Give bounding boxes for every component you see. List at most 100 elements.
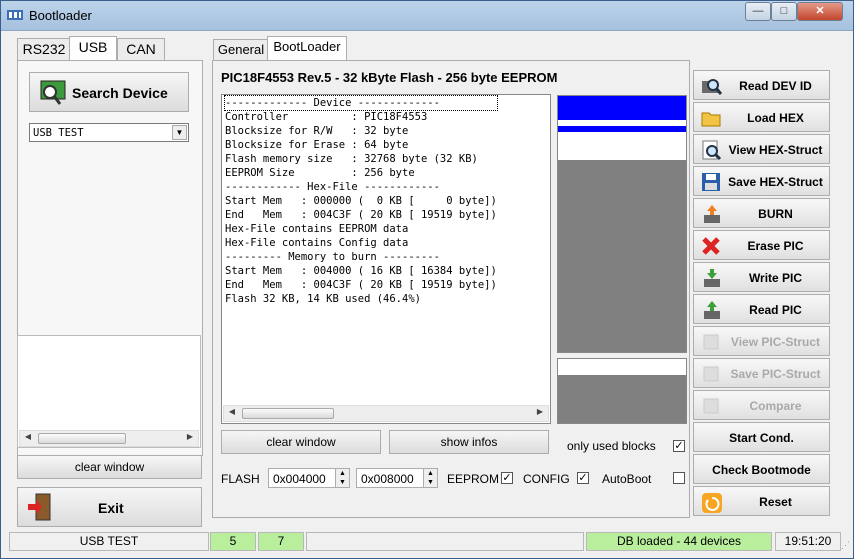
flash-start-value: 0x004000 [273,472,326,486]
action-label: Erase PIC [747,239,804,253]
folder-icon [700,107,722,129]
read-pic-button[interactable]: Read PIC [693,294,830,324]
reset-button[interactable]: Reset [693,486,830,516]
flash-end-value: 0x008000 [361,472,414,486]
compare-icon [700,395,722,417]
config-label: CONFIG [523,472,570,486]
floppy-icon [700,171,722,193]
log-line: ------------ Hex-File ------------ [225,181,440,193]
autoboot-checkbox[interactable] [673,472,685,484]
save-pic-struct-button[interactable]: Save PIC-Struct [693,358,830,388]
action-label: Save PIC-Struct [730,367,821,381]
log-line: Flash 32 KB, 14 KB used (46.4%) [225,293,421,305]
scroll-right-icon[interactable]: ▶ [534,407,546,416]
eeprom-memory-map [557,358,687,424]
minimize-button[interactable]: — [745,2,771,21]
save-struct-icon [700,363,722,385]
log-line: End Mem : 004C3F ( 20 KB [ 19519 byte]) [225,209,497,221]
config-checkbox[interactable]: ✓ [577,472,589,484]
exit-label: Exit [98,500,124,516]
device-header: PIC18F4553 Rev.5 - 32 kByte Flash - 256 … [221,70,558,85]
read-dev-id-button[interactable]: Read DEV ID [693,70,830,100]
action-label: Load HEX [747,111,804,125]
log-line: Start Mem : 000000 ( 0 KB [ 0 byte]) [225,195,497,207]
action-label: Check Bootmode [712,463,811,477]
status-count-1: 5 [210,532,256,551]
usb-log-hscrollbar[interactable]: ◀ ▶ [19,430,199,447]
stepper-arrows-icon[interactable]: ▲ ▼ [335,469,349,487]
search-device-icon [40,80,66,105]
view-pic-struct-button[interactable]: View PIC-Struct [693,326,830,356]
show-infos-button[interactable]: show infos [389,430,549,454]
stepper-arrows-icon[interactable]: ▲ ▼ [423,469,437,487]
device-select[interactable]: USB TEST ▼ [29,123,189,142]
read-chip-icon [700,299,722,321]
check-bootmode-button[interactable]: Check Bootmode [693,454,830,484]
scroll-right-icon[interactable]: ▶ [184,432,196,441]
flash-memory-map [557,95,687,353]
device-log[interactable]: ------------- Device ------------- Contro… [221,94,551,424]
window-title: Bootloader [29,8,92,23]
read-dev-id-icon [700,75,723,97]
left-clear-window-button[interactable]: clear window [17,455,202,479]
autoboot-label: AutoBoot [602,472,652,486]
tab-rs232[interactable]: RS232 [17,38,71,60]
view-struct-icon [700,331,722,353]
log-line: Flash memory size : 32768 byte (32 KB) [225,153,478,165]
log-line: EEPROM Size : 256 byte [225,167,415,179]
scroll-left-icon[interactable]: ◀ [22,432,34,441]
device-log-hscrollbar[interactable]: ◀ ▶ [223,405,549,422]
device-select-value: USB TEST [33,127,84,139]
erase-x-icon [700,235,722,257]
action-label: Write PIC [748,271,803,285]
close-button[interactable]: ✕ [797,2,843,21]
resize-grip-icon[interactable]: ⋰ [841,540,853,552]
action-label: Start Cond. [729,431,794,445]
exit-door-icon [28,493,51,521]
burn-icon [700,203,722,225]
search-device-button[interactable]: Search Device [29,72,189,112]
chevron-down-icon[interactable]: ▼ [172,125,187,140]
only-used-blocks-checkbox[interactable]: ✓ [673,440,685,452]
eeprom-checkbox[interactable]: ✓ [501,472,513,484]
status-count-2: 7 [258,532,304,551]
usb-log-area[interactable]: ◀ ▶ [17,335,201,448]
action-label: Read DEV ID [739,79,812,93]
magnifier-icon [700,139,722,161]
compare-button[interactable]: Compare [693,390,830,420]
save-hex-struct-button[interactable]: Save HEX-Struct [693,166,830,196]
write-pic-button[interactable]: Write PIC [693,262,830,292]
tab-can[interactable]: CAN [117,38,165,60]
log-line: Hex-File contains EEPROM data [225,223,409,235]
flash-end-stepper[interactable]: 0x008000 ▲ ▼ [356,468,438,488]
scroll-thumb[interactable] [242,408,334,419]
flash-start-stepper[interactable]: 0x004000 ▲ ▼ [268,468,350,488]
action-label: BURN [758,207,793,221]
scroll-left-icon[interactable]: ◀ [226,407,238,416]
scroll-thumb[interactable] [38,433,126,444]
reset-icon [700,491,722,513]
load-hex-button[interactable]: Load HEX [693,102,830,132]
title-bar: Bootloader — □ ✕ [1,1,853,31]
status-empty [306,532,584,551]
action-label: View HEX-Struct [728,143,823,157]
write-chip-icon [700,267,722,289]
status-time: 19:51:20 [775,532,841,551]
view-hex-struct-button[interactable]: View HEX-Struct [693,134,830,164]
start-cond-button[interactable]: Start Cond. [693,422,830,452]
log-line: Hex-File contains Config data [225,237,409,249]
log-line: Controller : PIC18F4553 [225,111,428,123]
tab-general[interactable]: General [213,39,269,61]
maximize-button[interactable]: □ [771,2,797,21]
tab-usb[interactable]: USB [69,36,117,60]
burn-button[interactable]: BURN [693,198,830,228]
action-label: Reset [759,495,792,509]
exit-button[interactable]: Exit [17,487,202,527]
erase-pic-button[interactable]: Erase PIC [693,230,830,260]
tab-bootloader[interactable]: BootLoader [267,36,347,60]
eeprom-label: EEPROM [447,472,500,486]
status-device: USB TEST [9,532,209,551]
free-block [558,359,686,375]
clear-window-button[interactable]: clear window [221,430,381,454]
action-label: View PIC-Struct [730,335,821,349]
